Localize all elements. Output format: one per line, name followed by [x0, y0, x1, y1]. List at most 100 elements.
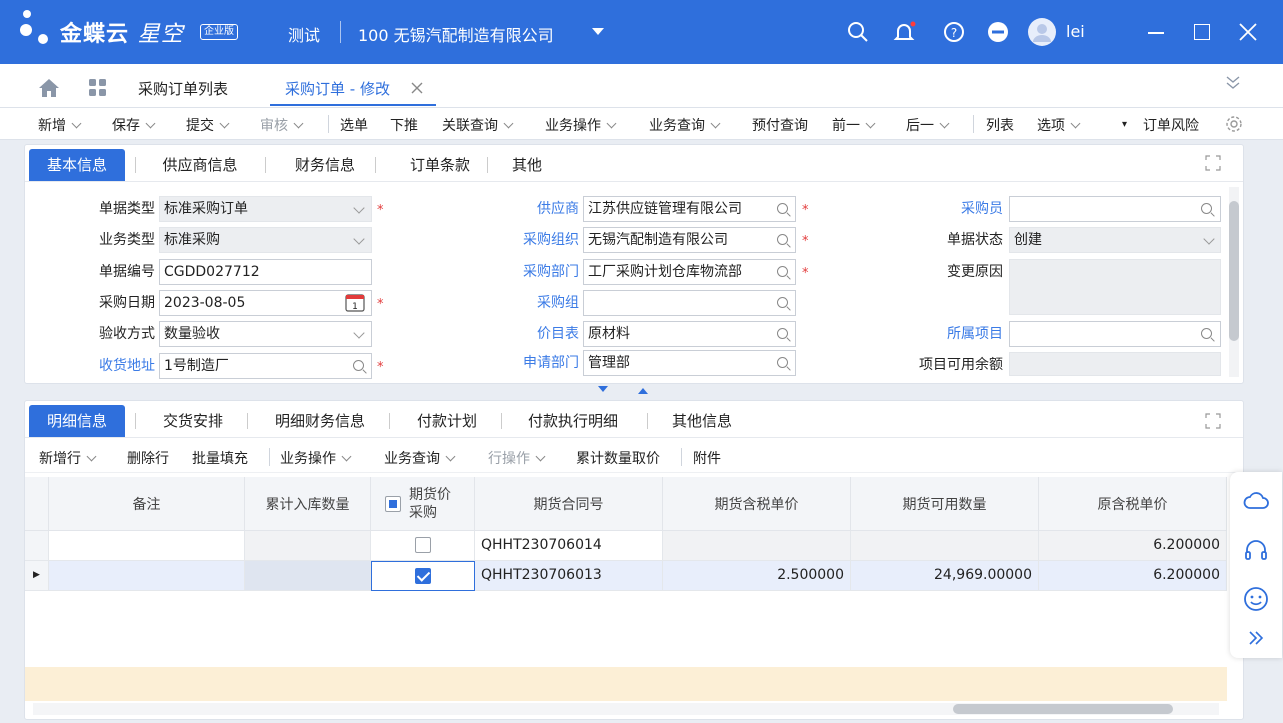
ship-addr-label[interactable]: 收货地址	[69, 353, 155, 379]
detail-biz-op-button[interactable]: 业务操作	[280, 448, 352, 468]
close-tab-icon[interactable]	[411, 82, 423, 94]
tab-po-edit[interactable]: 采购订单 - 修改	[285, 78, 390, 99]
cell-futures[interactable]	[371, 531, 475, 561]
avatar[interactable]	[1028, 18, 1056, 46]
list-button[interactable]: 列表	[986, 115, 1014, 135]
supplier-label[interactable]: 供应商	[495, 196, 579, 222]
po-date-input[interactable]: 2023-08-05	[159, 290, 372, 316]
add-row-button[interactable]: 新增行	[39, 448, 97, 468]
col-contract[interactable]: 期货合同号	[475, 477, 663, 531]
linked-query-button[interactable]: 关联查询	[442, 115, 514, 135]
double-chevron-right-icon[interactable]	[1247, 630, 1265, 646]
push-down-button[interactable]: 下推	[390, 115, 418, 135]
doc-type-select[interactable]: 标准采购订单	[159, 196, 372, 222]
tab-finance-info[interactable]: 财务信息	[275, 149, 375, 181]
biz-type-select[interactable]: 标准采购	[159, 227, 372, 253]
supplier-input[interactable]: 江苏供应链管理有限公司	[583, 196, 796, 222]
cell-contract[interactable]: QHHT230706013	[475, 561, 663, 591]
env-label[interactable]: 测试	[288, 22, 320, 46]
more-icon[interactable]	[986, 20, 1010, 44]
search-icon[interactable]	[846, 20, 870, 44]
row-indicator[interactable]	[25, 531, 49, 561]
user-name[interactable]: lei	[1066, 22, 1085, 41]
tab-po-list[interactable]: 采购订单列表	[138, 78, 228, 99]
select-all-checkbox[interactable]	[385, 495, 401, 512]
ship-addr-input[interactable]: 1号制造厂	[159, 353, 372, 379]
tab-other[interactable]: 其他	[497, 149, 557, 181]
previous-button[interactable]: 前一	[832, 115, 876, 135]
expand-icon[interactable]	[1205, 155, 1221, 171]
futures-checkbox[interactable]	[415, 568, 431, 584]
tab-supplier-info[interactable]: 供应商信息	[145, 149, 255, 181]
cell-remark[interactable]	[49, 531, 245, 561]
purch-group-label[interactable]: 采购组	[495, 290, 579, 316]
save-button[interactable]: 保存	[112, 115, 156, 135]
maximize-icon[interactable]	[1194, 24, 1210, 40]
cell-contract[interactable]: QHHT230706014	[475, 531, 663, 561]
org-selector[interactable]: 100 无锡汽配制造有限公司	[358, 22, 554, 46]
cell-remark[interactable]	[49, 561, 245, 591]
new-button[interactable]: 新增	[38, 115, 82, 135]
col-orig-price[interactable]: 原含税单价	[1039, 477, 1227, 531]
col-in-qty[interactable]: 累计入库数量	[245, 477, 371, 531]
tab-basic-info[interactable]: 基本信息	[29, 149, 125, 181]
submit-button[interactable]: 提交	[186, 115, 230, 135]
home-icon[interactable]	[38, 78, 60, 98]
tab-detail-info[interactable]: 明细信息	[29, 405, 125, 437]
purch-org-input[interactable]: 无锡汽配制造有限公司	[583, 227, 796, 253]
splitter-up-icon[interactable]	[638, 388, 648, 394]
order-risk-button[interactable]: 订单风险	[1143, 115, 1199, 135]
delete-row-button[interactable]: 删除行	[127, 448, 169, 468]
accept-select[interactable]: 数量验收	[159, 321, 372, 347]
price-list-input[interactable]: 原材料	[583, 321, 796, 347]
purch-org-label[interactable]: 采购组织	[495, 227, 579, 253]
col-futures[interactable]: 期货价采购	[371, 477, 475, 531]
doc-no-input[interactable]: CGDD027712	[159, 259, 372, 285]
org-dropdown-icon[interactable]	[592, 28, 604, 35]
biz-operation-button[interactable]: 业务操作	[545, 115, 617, 135]
select-bill-button[interactable]: 选单	[340, 115, 368, 135]
status-select[interactable]: 创建	[1009, 227, 1221, 253]
purch-dept-input[interactable]: 工厂采购计划仓库物流部	[583, 259, 796, 285]
purch-dept-label[interactable]: 采购部门	[495, 259, 579, 285]
audit-button[interactable]: 审核	[260, 115, 304, 135]
col-fut-price[interactable]: 期货含税单价	[663, 477, 851, 531]
tab-delivery[interactable]: 交货安排	[145, 405, 241, 437]
horizontal-scrollbar[interactable]	[33, 703, 1219, 715]
next-button[interactable]: 后一	[906, 115, 950, 135]
splitter-down-icon[interactable]	[598, 386, 608, 392]
change-reason-textarea[interactable]	[1009, 259, 1221, 315]
header-scrollbar[interactable]	[1229, 187, 1239, 377]
expand-detail-icon[interactable]	[1205, 413, 1221, 429]
tab-detail-finance[interactable]: 明细财务信息	[257, 405, 383, 437]
cum-qty-price-button[interactable]: 累计数量取价	[576, 448, 660, 468]
bell-icon[interactable]	[892, 20, 916, 44]
biz-query-button[interactable]: 业务查询	[649, 115, 721, 135]
minimize-icon[interactable]	[1148, 32, 1164, 34]
project-input[interactable]	[1009, 321, 1221, 347]
apps-grid-icon[interactable]	[88, 78, 108, 98]
current-row-arrow-icon[interactable]: ▶	[25, 561, 49, 591]
row-op-button[interactable]: 行操作	[488, 448, 546, 468]
col-remark[interactable]: 备注	[49, 477, 245, 531]
project-label[interactable]: 所属项目	[905, 321, 1003, 347]
tab-other-info[interactable]: 其他信息	[657, 405, 747, 437]
help-icon[interactable]: ?	[942, 20, 966, 44]
close-icon[interactable]	[1236, 20, 1260, 44]
detail-biz-query-button[interactable]: 业务查询	[384, 448, 456, 468]
headset-icon[interactable]	[1244, 538, 1268, 562]
buyer-label[interactable]: 采购员	[905, 196, 1003, 222]
req-dept-label[interactable]: 申请部门	[495, 350, 579, 376]
buyer-input[interactable]	[1009, 196, 1221, 222]
calendar-icon[interactable]: 1	[345, 294, 365, 312]
futures-checkbox[interactable]	[414, 537, 431, 553]
purch-group-input[interactable]	[583, 290, 796, 316]
settings-gear-icon[interactable]	[1225, 115, 1243, 133]
tab-payment-exec[interactable]: 付款执行明细	[511, 405, 635, 437]
col-fut-qty[interactable]: 期货可用数量	[851, 477, 1039, 531]
cloud-icon[interactable]	[1243, 490, 1269, 510]
price-list-label[interactable]: 价目表	[495, 321, 579, 347]
options-button[interactable]: 选项	[1037, 115, 1081, 135]
smiley-icon[interactable]	[1243, 586, 1269, 612]
prepay-query-button[interactable]: 预付查询	[752, 115, 808, 135]
